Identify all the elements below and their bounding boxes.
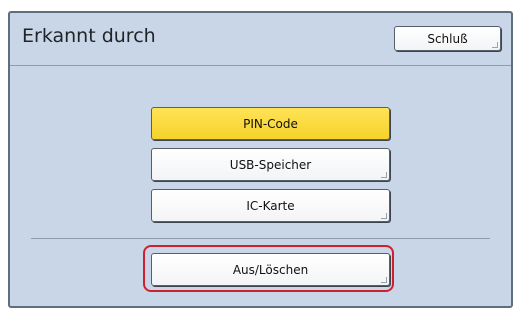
option-label: PIN-Code bbox=[243, 116, 298, 131]
close-button-label: Schluß bbox=[427, 31, 468, 46]
off-delete-label: Aus/Löschen bbox=[232, 262, 309, 277]
option-label: IC-Karte bbox=[246, 198, 295, 213]
option-usb-storage-button[interactable]: USB-Speicher bbox=[151, 148, 390, 181]
close-button[interactable]: Schluß bbox=[394, 26, 501, 51]
dialog-panel: Erkannt durch Schluß PIN-Code USB-Speich… bbox=[8, 11, 513, 308]
option-pin-code-button[interactable]: PIN-Code bbox=[151, 107, 390, 140]
button-corner-icon bbox=[492, 42, 498, 48]
dialog-title: Erkannt durch bbox=[22, 25, 156, 47]
option-ic-card-button[interactable]: IC-Karte bbox=[151, 189, 390, 222]
button-corner-icon bbox=[381, 172, 387, 178]
button-corner-icon bbox=[381, 213, 387, 219]
dialog-header: Erkannt durch Schluß bbox=[10, 13, 511, 66]
button-corner-icon bbox=[381, 277, 387, 283]
divider bbox=[31, 238, 490, 239]
off-delete-button[interactable]: Aus/Löschen bbox=[151, 253, 390, 286]
option-label: USB-Speicher bbox=[229, 157, 312, 172]
